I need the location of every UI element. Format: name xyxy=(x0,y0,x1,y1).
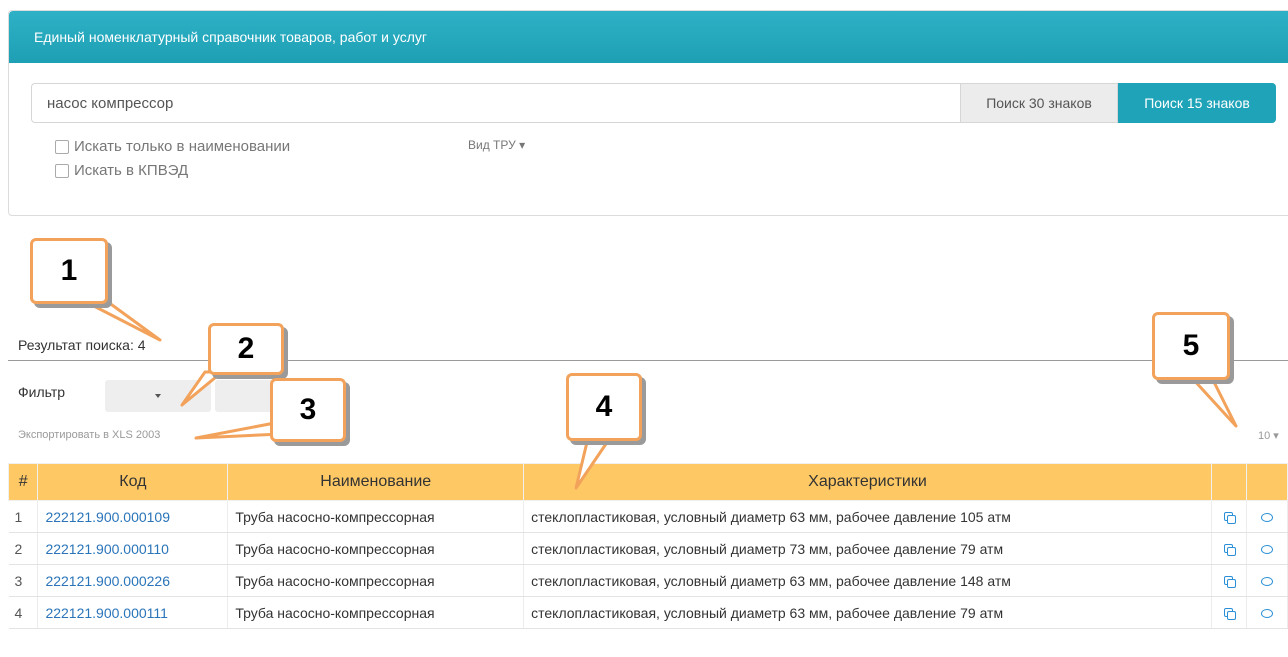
result-summary: Результат поиска: 4 xyxy=(18,337,146,353)
filter-select-secondary[interactable] xyxy=(215,380,275,412)
comment-cell xyxy=(1246,596,1288,629)
filter-label: Фильтр xyxy=(18,384,66,400)
code-link[interactable]: 222121.900.000111 xyxy=(45,605,168,621)
column-header-copy xyxy=(1210,463,1248,501)
search-30-button[interactable]: Поиск 30 знаков xyxy=(960,83,1118,123)
column-header-num[interactable]: # xyxy=(7,463,39,501)
comment-cell xyxy=(1246,532,1288,565)
row-number: 1 xyxy=(8,500,39,533)
comment-icon[interactable] xyxy=(1261,545,1274,555)
copy-icon[interactable] xyxy=(1223,575,1236,588)
characteristics-cell: стеклопластиковая, условный диаметр 63 м… xyxy=(523,500,1212,533)
search-15-button[interactable]: Поиск 15 знаков xyxy=(1118,83,1276,123)
code-cell: 222121.900.000226 xyxy=(37,564,229,597)
callout-1: 1 xyxy=(30,238,108,304)
name-cell: Труба насосно-компрессорная xyxy=(227,564,525,597)
table-row: 4 222121.900.000111 Труба насосно-компре… xyxy=(8,596,1288,629)
table-row: 3 222121.900.000226 Труба насосно-компре… xyxy=(8,564,1288,597)
column-header-comment xyxy=(1246,463,1288,501)
search-panel: Единый номенклатурный справочник товаров… xyxy=(8,10,1288,216)
filter-select[interactable] xyxy=(105,380,211,412)
divider xyxy=(8,360,1288,361)
copy-icon[interactable] xyxy=(1223,543,1236,556)
chevron-down-icon xyxy=(155,394,161,398)
comment-icon[interactable] xyxy=(1261,513,1274,523)
search-name-only-checkbox[interactable]: Искать только в наименовании xyxy=(55,138,290,155)
checkbox-box[interactable] xyxy=(55,163,69,178)
table-header-row: # Код Наименование Характеристики xyxy=(7,463,1288,501)
characteristics-cell: стеклопластиковая, условный диаметр 73 м… xyxy=(523,532,1212,565)
export-xls-link[interactable]: Экспортировать в XLS 2003 xyxy=(18,429,160,441)
table-row: 2 222121.900.000110 Труба насосно-компре… xyxy=(8,532,1288,565)
comment-cell xyxy=(1246,500,1288,533)
checkbox-label: Искать в КПВЭД xyxy=(74,162,189,179)
row-number: 2 xyxy=(8,532,39,565)
checkbox-label: Искать только в наименовании xyxy=(74,138,291,155)
name-cell: Труба насосно-компрессорная xyxy=(227,596,525,629)
copy-icon[interactable] xyxy=(1223,511,1236,524)
column-header-characteristics[interactable]: Характеристики xyxy=(523,463,1212,501)
checkbox-box[interactable] xyxy=(55,139,69,154)
callout-4: 4 xyxy=(566,373,642,441)
callout-3: 3 xyxy=(270,378,346,442)
comment-cell xyxy=(1246,564,1288,597)
row-number: 3 xyxy=(8,564,39,597)
vid-tru-dropdown[interactable]: Вид ТРУ ▾ xyxy=(468,138,525,152)
name-cell: Труба насосно-компрессорная xyxy=(227,500,525,533)
column-header-name[interactable]: Наименование xyxy=(227,463,525,501)
copy-cell xyxy=(1211,564,1248,597)
characteristics-cell: стеклопластиковая, условный диаметр 63 м… xyxy=(523,564,1212,597)
comment-icon[interactable] xyxy=(1261,577,1274,587)
code-cell: 222121.900.000110 xyxy=(37,532,229,565)
table-row: 1 222121.900.000109 Труба насосно-компре… xyxy=(8,500,1288,533)
code-cell: 222121.900.000109 xyxy=(37,500,229,533)
name-cell: Труба насосно-компрессорная xyxy=(227,532,525,565)
copy-cell xyxy=(1211,500,1248,533)
copy-cell xyxy=(1211,532,1248,565)
search-kpved-checkbox[interactable]: Искать в КПВЭД xyxy=(55,162,188,179)
code-link[interactable]: 222121.900.000226 xyxy=(45,573,170,589)
row-number: 4 xyxy=(8,596,39,629)
code-link[interactable]: 222121.900.000110 xyxy=(45,541,169,557)
characteristics-cell: стеклопластиковая, условный диаметр 63 м… xyxy=(523,596,1212,629)
results-table: # Код Наименование Характеристики 1 2221… xyxy=(7,463,1288,629)
column-header-code[interactable]: Код xyxy=(37,463,229,501)
copy-cell xyxy=(1211,596,1248,629)
search-input[interactable] xyxy=(31,83,960,123)
callout-5: 5 xyxy=(1152,312,1230,380)
panel-title: Единый номенклатурный справочник товаров… xyxy=(9,11,1288,63)
callout-2: 2 xyxy=(208,323,284,375)
page-size-select[interactable]: 10 ▾ xyxy=(1258,429,1279,442)
code-cell: 222121.900.000111 xyxy=(37,596,229,629)
copy-icon[interactable] xyxy=(1223,607,1236,620)
comment-icon[interactable] xyxy=(1261,609,1274,619)
code-link[interactable]: 222121.900.000109 xyxy=(45,509,170,525)
